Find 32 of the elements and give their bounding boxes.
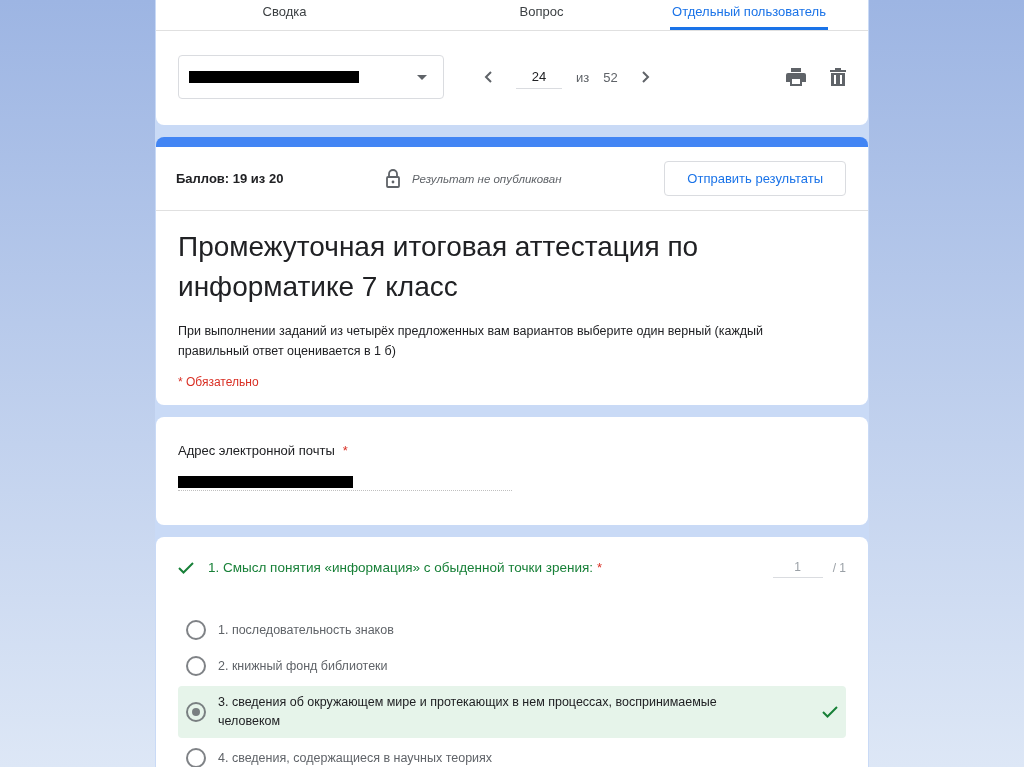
option-text: 4. сведения, содержащиеся в научных теориях (218, 749, 494, 767)
chevron-left-icon[interactable] (484, 71, 492, 83)
respondent-dropdown[interactable] (178, 55, 444, 99)
chevron-right-icon[interactable] (641, 71, 650, 83)
form-description: При выполнении заданий из четырёх предложенных вам вариантов выберите один верный (каждый правильный ответ оценивается в 1 б) (178, 323, 765, 360)
tab[interactable]: Сводка (156, 0, 413, 30)
tab[interactable]: Отдельный пользователь (670, 0, 828, 30)
email-label: Адрес электронной почты (178, 443, 335, 458)
max-points: / 1 (832, 560, 846, 575)
print-icon[interactable] (786, 68, 806, 86)
tab[interactable]: Вопрос (413, 0, 670, 30)
delete-icon[interactable] (830, 68, 846, 86)
question-text: 1. Смысл понятия «информация» с обыденной точки зрения: (208, 560, 594, 575)
caret-icon (417, 74, 427, 80)
radio-button[interactable] (186, 620, 206, 640)
score-label: Баллов: 19 из 20 (176, 171, 285, 186)
page-total: 52 (603, 69, 618, 85)
pager-separator: из (576, 69, 590, 85)
radio-button[interactable] (186, 656, 206, 676)
radio-button[interactable] (186, 702, 206, 722)
option-text: 1. последовательность знаков (218, 621, 395, 639)
publish-status: Результат не опубликован (412, 172, 562, 185)
radio-button[interactable] (186, 748, 206, 767)
required-mark: * (342, 443, 348, 458)
check-icon (822, 706, 838, 718)
option-text: 2. книжный фонд библиотеки (218, 657, 389, 675)
required-note: * Обязательно (178, 375, 260, 389)
lock-icon (386, 169, 400, 188)
send-results-button[interactable]: Отправить результаты (664, 161, 846, 196)
form-title: Промежуточная итоговая аттестация по информатике 7 класс (178, 230, 700, 304)
required-mark: * (597, 560, 603, 575)
option-text: 3. сведения об окружающем мире и протекающих в нем процессах, воспринимаемые человеком (218, 694, 718, 730)
